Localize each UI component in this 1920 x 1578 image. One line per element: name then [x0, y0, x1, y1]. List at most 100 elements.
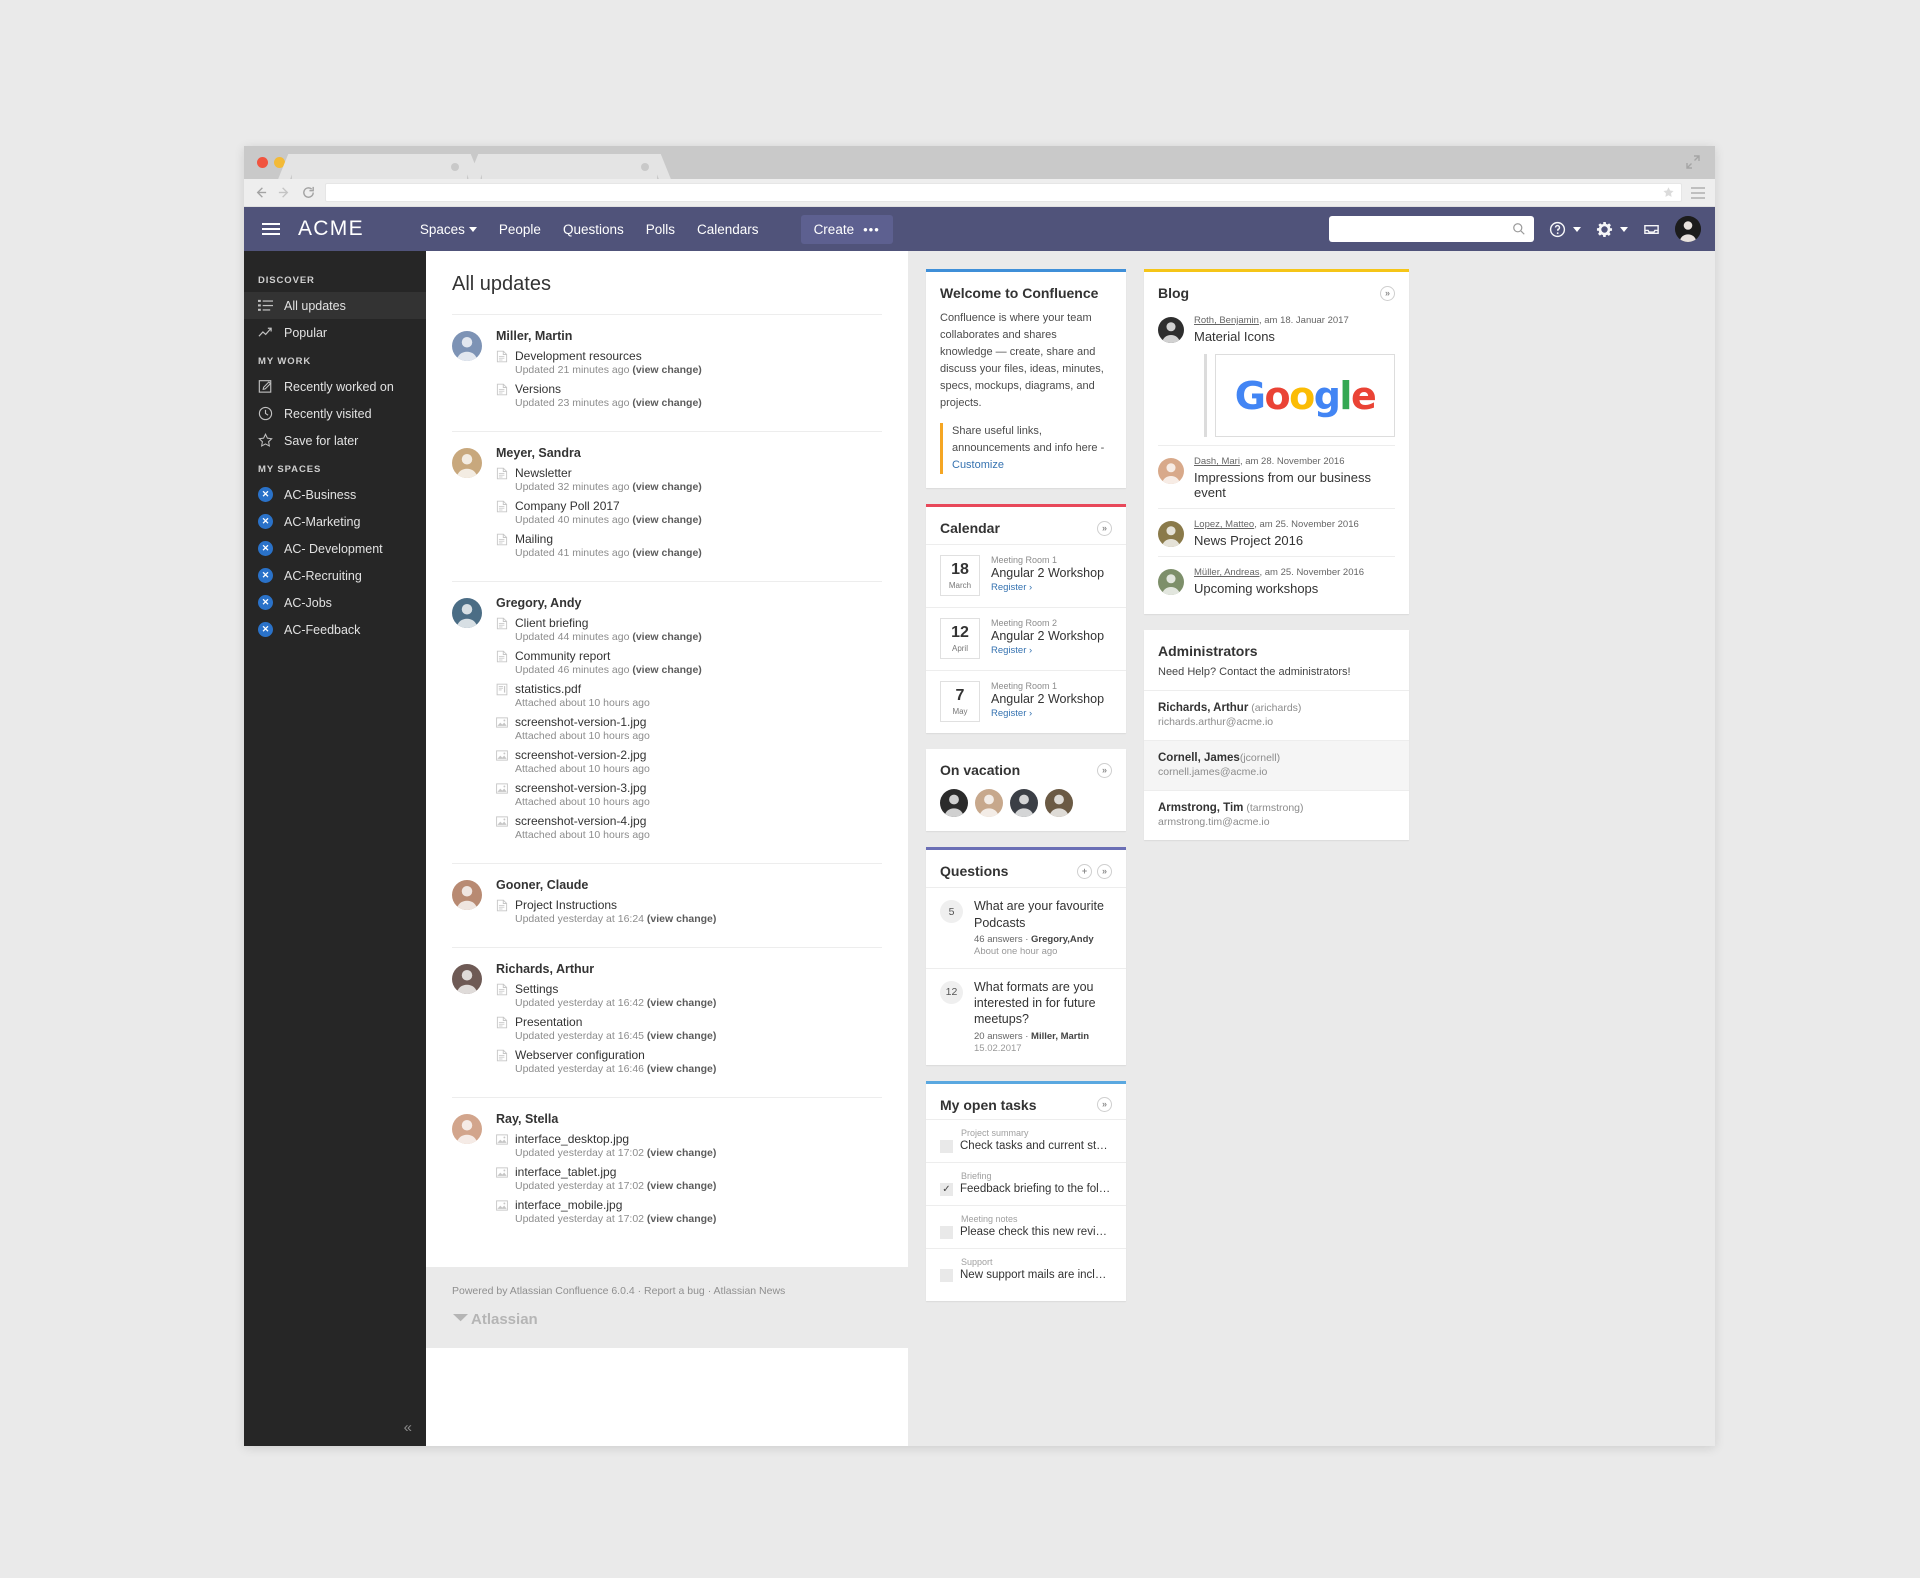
event-name[interactable]: Angular 2 Workshop	[991, 566, 1104, 580]
event-register-link[interactable]: Register ›	[991, 645, 1104, 656]
search-box[interactable]	[1329, 216, 1534, 242]
blog-author-link[interactable]: Müller, Andreas	[1194, 567, 1259, 578]
create-button[interactable]: Create •••	[800, 214, 893, 244]
tab-close-icon[interactable]	[641, 163, 649, 171]
browser-menu-icon[interactable]	[1691, 186, 1705, 199]
calendar-event-row[interactable]: 12 April Meeting Room 2 Angular 2 Workshop R…	[926, 607, 1126, 670]
settings-menu[interactable]	[1596, 221, 1628, 238]
sidebar-item-ac-business[interactable]: ✕ AC-Business	[244, 481, 426, 508]
feed-item-name[interactable]: Settings	[515, 982, 558, 996]
sidebar-item-ac-recruiting[interactable]: ✕ AC-Recruiting	[244, 562, 426, 589]
create-more-icon[interactable]: •••	[863, 222, 880, 237]
view-change-link[interactable]: (view change)	[647, 1180, 716, 1192]
sidebar-item-recently-worked-on[interactable]: Recently worked on	[244, 373, 426, 400]
forward-icon[interactable]	[277, 185, 292, 200]
sidebar-item-ac-feedback[interactable]: ✕ AC-Feedback	[244, 616, 426, 643]
sidebar-item-all-updates[interactable]: All updates	[244, 292, 426, 319]
feed-user-name[interactable]: Miller, Martin	[496, 329, 882, 343]
vacation-more-button[interactable]: »	[1097, 762, 1112, 778]
view-change-link[interactable]: (view change)	[647, 1030, 716, 1042]
nav-item-calendars[interactable]: Calendars	[697, 222, 759, 237]
feed-item-name[interactable]: Client briefing	[515, 616, 588, 630]
avatar[interactable]	[1158, 317, 1184, 343]
blog-post-title[interactable]: Impressions from our business event	[1194, 470, 1395, 500]
feed-user-name[interactable]: Richards, Arthur	[496, 962, 882, 976]
sidebar-item-recently-visited[interactable]: Recently visited	[244, 400, 426, 427]
star-icon[interactable]	[1662, 186, 1675, 199]
notifications-icon[interactable]	[1643, 221, 1660, 238]
blog-post-title[interactable]: Material Icons	[1194, 329, 1395, 344]
brand-logo[interactable]: ACME	[298, 217, 364, 241]
calendar-event-row[interactable]: 7 May Meeting Room 1 Angular 2 Workshop Regi…	[926, 670, 1126, 733]
customize-link[interactable]: Customize	[952, 459, 1004, 471]
question-title[interactable]: What formats are you interested in for f…	[974, 979, 1112, 1028]
avatar[interactable]	[452, 331, 482, 361]
question-title[interactable]: What are your favourite Podcasts	[974, 898, 1112, 931]
feed-item-name[interactable]: Development resources	[515, 349, 642, 363]
view-change-link[interactable]: (view change)	[647, 1063, 716, 1075]
feed-item-name[interactable]: screenshot-version-2.jpg	[515, 748, 646, 762]
feed-user-name[interactable]: Gooner, Claude	[496, 878, 882, 892]
event-name[interactable]: Angular 2 Workshop	[991, 629, 1104, 643]
administrator-email[interactable]: cornell.james@acme.io	[1158, 766, 1395, 778]
view-change-link[interactable]: (view change)	[647, 1147, 716, 1159]
event-register-link[interactable]: Register ›	[991, 582, 1104, 593]
menu-toggle-button[interactable]	[244, 223, 298, 235]
sidebar-item-ac-marketing[interactable]: ✕ AC-Marketing	[244, 508, 426, 535]
close-window-button[interactable]	[257, 157, 268, 168]
feed-item-name[interactable]: Company Poll 2017	[515, 499, 620, 513]
feed-item-name[interactable]: Mailing	[515, 532, 553, 546]
view-change-link[interactable]: (view change)	[632, 664, 701, 676]
feed-item-name[interactable]: Community report	[515, 649, 610, 663]
browser-tab[interactable]	[482, 154, 657, 179]
administrator-email[interactable]: armstrong.tim@acme.io	[1158, 816, 1395, 828]
feed-item-name[interactable]: interface_mobile.jpg	[515, 1198, 622, 1212]
view-change-link[interactable]: (view change)	[647, 1213, 716, 1225]
feed-item-name[interactable]: interface_desktop.jpg	[515, 1132, 629, 1146]
event-name[interactable]: Angular 2 Workshop	[991, 692, 1104, 706]
view-change-link[interactable]: (view change)	[647, 997, 716, 1009]
nav-item-people[interactable]: People	[499, 222, 541, 237]
task-text[interactable]: New support mails are included in the...	[960, 1269, 1112, 1281]
sidebar-item-ac-jobs[interactable]: ✕ AC-Jobs	[244, 589, 426, 616]
calendar-event-row[interactable]: 18 March Meeting Room 1 Angular 2 Workshop R…	[926, 544, 1126, 607]
reload-icon[interactable]	[301, 185, 316, 200]
feed-item-name[interactable]: interface_tablet.jpg	[515, 1165, 616, 1179]
feed-item-name[interactable]: screenshot-version-4.jpg	[515, 814, 646, 828]
feed-user-name[interactable]: Ray, Stella	[496, 1112, 882, 1126]
avatar[interactable]	[1045, 789, 1073, 818]
feed-user-name[interactable]: Meyer, Sandra	[496, 446, 882, 460]
feed-item-name[interactable]: Presentation	[515, 1015, 582, 1029]
search-input[interactable]	[1337, 222, 1512, 236]
blog-author-link[interactable]: Lopez, Matteo	[1194, 519, 1254, 530]
blog-author-link[interactable]: Roth, Benjamin	[1194, 315, 1259, 326]
view-change-link[interactable]: (view change)	[647, 913, 716, 925]
footer-report-bug-link[interactable]: Report a bug	[644, 1285, 705, 1297]
question-row[interactable]: 5 What are your favourite Podcasts 46 answ…	[926, 887, 1126, 968]
expand-icon[interactable]	[1685, 154, 1701, 170]
view-change-link[interactable]: (view change)	[632, 514, 701, 526]
feed-item-name[interactable]: Project Instructions	[515, 898, 617, 912]
help-menu[interactable]	[1549, 221, 1581, 238]
footer-atlassian-news-link[interactable]: Atlassian News	[714, 1285, 786, 1297]
search-icon[interactable]	[1512, 222, 1526, 236]
nav-item-spaces[interactable]: Spaces	[420, 222, 477, 237]
feed-item-name[interactable]: statistics.pdf	[515, 682, 581, 696]
view-change-link[interactable]: (view change)	[632, 397, 701, 409]
task-checkbox[interactable]: ✓	[940, 1182, 953, 1196]
sidebar-item-ac-development[interactable]: ✕ AC- Development	[244, 535, 426, 562]
blog-author-link[interactable]: Dash, Mari	[1194, 456, 1240, 467]
question-row[interactable]: 12 What formats are you interested in for…	[926, 967, 1126, 1065]
blog-post-title[interactable]: News Project 2016	[1194, 533, 1395, 548]
task-checkbox[interactable]	[940, 1225, 953, 1239]
nav-item-polls[interactable]: Polls	[646, 222, 675, 237]
view-change-link[interactable]: (view change)	[632, 481, 701, 493]
avatar[interactable]	[452, 598, 482, 628]
avatar[interactable]	[452, 880, 482, 910]
feed-item-name[interactable]: Versions	[515, 382, 561, 396]
avatar[interactable]	[452, 448, 482, 478]
view-change-link[interactable]: (view change)	[632, 547, 701, 559]
sidebar-item-popular[interactable]: Popular	[244, 319, 426, 346]
avatar[interactable]	[1010, 789, 1038, 818]
back-icon[interactable]	[253, 185, 268, 200]
